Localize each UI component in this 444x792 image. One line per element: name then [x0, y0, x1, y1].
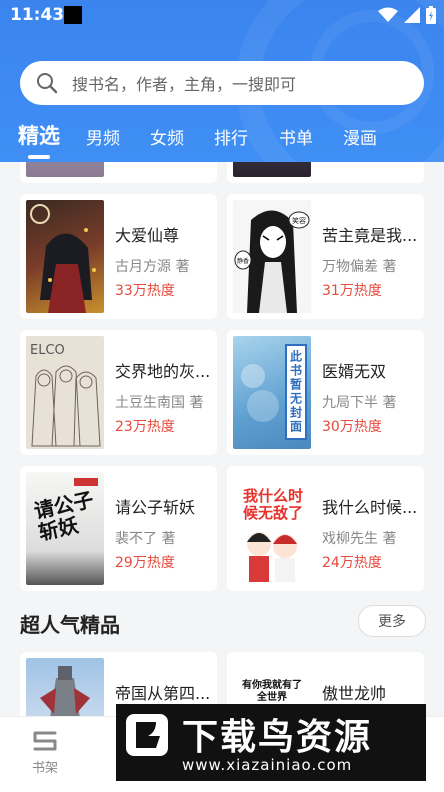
- book-cover: 请公子斩妖: [26, 472, 104, 585]
- tab-male[interactable]: 男频: [86, 124, 120, 149]
- no-cover-label: 此书暂无封面: [285, 344, 307, 440]
- section-title: 超人气精品: [20, 613, 120, 637]
- book-card-partial[interactable]: [20, 162, 217, 183]
- battery-icon: [426, 6, 436, 24]
- book-cover: [26, 658, 104, 716]
- bookshelf-icon: [33, 731, 57, 751]
- cover-art: ELCO: [30, 343, 101, 447]
- tab-featured[interactable]: 精选: [18, 120, 60, 150]
- book-heat: 30万热度: [322, 419, 382, 435]
- watermark-logo: [126, 714, 168, 756]
- bird-icon: [136, 722, 160, 748]
- book-title: 苦主竟是我...: [322, 226, 418, 245]
- tab-ranking[interactable]: 排行: [214, 124, 248, 149]
- book-title: 我什么时候...: [322, 498, 418, 517]
- tab-booklist[interactable]: 书单: [279, 124, 313, 149]
- search-bar[interactable]: 搜书名，作者，主角，一搜即可: [20, 61, 424, 105]
- book-author: 古月方源 著: [115, 259, 190, 275]
- book-title: 医婿无双: [322, 362, 387, 381]
- tab-indicator: [28, 155, 50, 159]
- book-card-partial[interactable]: [227, 162, 424, 183]
- book-cover: 此书暂无封面: [233, 336, 311, 449]
- book-title: 大爱仙尊: [115, 226, 180, 245]
- signal-icon: [404, 7, 420, 23]
- cover-art: [241, 364, 279, 422]
- status-bar: 11:43: [0, 0, 444, 32]
- book-cover: [26, 162, 104, 177]
- book-title: 交界地的灰...: [115, 362, 211, 381]
- book-card[interactable]: 请公子斩妖 请公子斩妖 裴不了 著 29万热度: [20, 466, 217, 591]
- status-time: 11:43: [10, 5, 65, 25]
- category-tabs: 精选 男频 女频 排行 书单 漫画: [0, 118, 444, 159]
- cover-calligraphy: 请公子斩妖: [31, 487, 96, 545]
- tab-comics[interactable]: 漫画: [343, 124, 377, 149]
- book-cover: 我什么时候无敌了: [233, 472, 311, 585]
- no-cover-text: 此书暂无封面: [288, 350, 303, 434]
- book-title: 帝国从第四...: [115, 684, 211, 703]
- book-cover: [26, 200, 104, 313]
- cover-title: 有你我就有了全世界: [242, 680, 302, 703]
- book-cover: [233, 162, 311, 177]
- book-cover: ELCO: [26, 336, 104, 449]
- book-heat: 31万热度: [322, 283, 382, 299]
- tab-female[interactable]: 女频: [150, 124, 184, 149]
- book-author: 戏柳先生 著: [322, 531, 397, 547]
- book-heat: 23万热度: [115, 419, 175, 435]
- search-icon: [37, 73, 58, 94]
- nav-bookshelf[interactable]: 书架: [27, 729, 63, 776]
- watermark: 下载鸟资源 www.xiazainiao.com: [116, 704, 426, 781]
- book-cover: 笑容 静香: [233, 200, 311, 313]
- status-icons: [378, 6, 436, 24]
- book-card[interactable]: 大爱仙尊 古月方源 著 33万热度: [20, 194, 217, 319]
- book-heat: 24万热度: [322, 555, 382, 571]
- main-content: 大爱仙尊 古月方源 著 33万热度 笑容 静香 苦主竟是我... 万物偏差 著 …: [0, 162, 444, 716]
- book-author: 万物偏差 著: [322, 259, 397, 275]
- book-card[interactable]: 笑容 静香 苦主竟是我... 万物偏差 著 31万热度: [227, 194, 424, 319]
- book-author: 土豆生南国 著: [115, 395, 204, 411]
- cover-text: 静香: [237, 257, 249, 265]
- more-button[interactable]: 更多: [358, 605, 426, 637]
- cover-art: [247, 532, 297, 582]
- nav-bookshelf-label: 书架: [31, 761, 58, 776]
- cover-stamp: [74, 478, 98, 486]
- cover-text: 笑容: [292, 216, 306, 225]
- book-title: 请公子斩妖: [115, 498, 196, 517]
- book-card[interactable]: 我什么时候无敌了 我什么时候... 戏柳先生 著 24万热度: [227, 466, 424, 591]
- book-title: 傲世龙帅: [322, 684, 387, 703]
- cover-art: [40, 666, 90, 716]
- wifi-icon: [378, 7, 398, 22]
- book-heat: 29万热度: [115, 555, 175, 571]
- book-author: 裴不了 著: [115, 531, 176, 547]
- app-header: 11:43 搜书名，作者，主角，一搜即可 精选 男频 女频 排行 书单 漫画: [0, 0, 444, 162]
- search-placeholder: 搜书名，作者，主角，一搜即可: [72, 75, 297, 94]
- book-heat: 33万热度: [115, 283, 175, 299]
- cover-art: [30, 204, 96, 313]
- watermark-text: 下载鸟资源: [182, 717, 373, 758]
- notification-icon: [64, 6, 82, 24]
- book-card[interactable]: ELCO 交界地的灰... 土豆生南国 著 23万热度: [20, 330, 217, 455]
- book-card[interactable]: 此书暂无封面 医婿无双 九局下半 著 30万热度: [227, 330, 424, 455]
- cover-text: ELCO: [30, 343, 65, 358]
- watermark-url: www.xiazainiao.com: [182, 756, 353, 774]
- cover-art: 笑容 静香: [234, 210, 310, 313]
- book-author: 九局下半 著: [322, 395, 397, 411]
